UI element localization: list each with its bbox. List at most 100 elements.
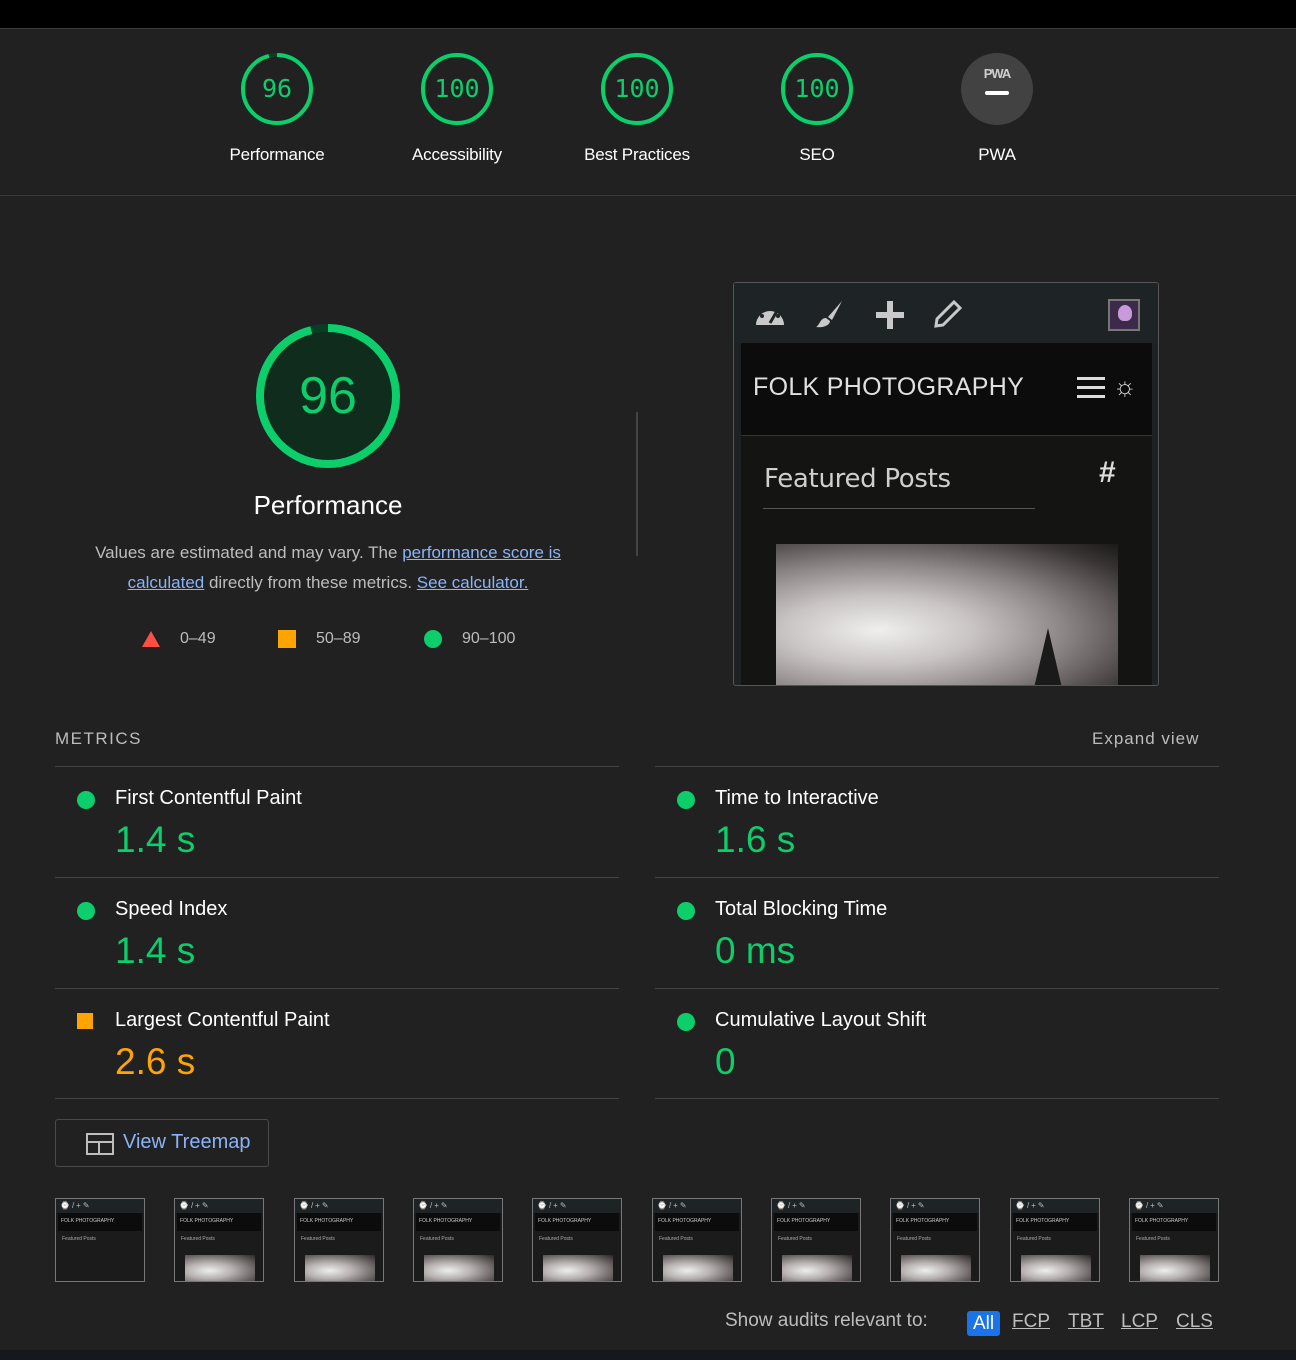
thumb-featured: Featured Posts <box>539 1236 573 1242</box>
final-screenshot[interactable]: FOLK PHOTOGRAPHY ☼ Featured Posts # <box>733 282 1159 686</box>
score-ring: 96 <box>239 51 315 127</box>
thumb-site-title: FOLK PHOTOGRAPHY <box>61 1218 115 1224</box>
gauge-best-practices[interactable]: 100 Best Practices <box>547 51 727 165</box>
metric-first-contentful-paint: First Contentful Paint 1.4 s <box>55 767 619 877</box>
thumb-toolbar: ⌚/+✎ <box>533 1199 621 1213</box>
thumb-header: FOLK PHOTOGRAPHY <box>58 1213 142 1231</box>
sun-icon: ☼ <box>1113 371 1137 401</box>
thumb-featured: Featured Posts <box>778 1236 812 1242</box>
brush-icon <box>816 301 842 328</box>
site-header: FOLK PHOTOGRAPHY ☼ <box>741 343 1152 435</box>
featured-photo <box>776 544 1118 685</box>
vertical-divider <box>636 412 638 556</box>
expand-view-toggle[interactable]: Expand view <box>1092 729 1199 749</box>
thumb-featured: Featured Posts <box>62 1236 96 1242</box>
plus-icon <box>876 301 904 329</box>
metric-name: Total Blocking Time <box>715 898 888 920</box>
thumb-featured: Featured Posts <box>301 1236 335 1242</box>
filter-fcp-link[interactable]: FCP <box>1012 1311 1050 1333</box>
thumb-toolbar: ⌚/+✎ <box>414 1199 502 1213</box>
thumb-photo <box>1140 1255 1210 1281</box>
pass-circle-icon <box>424 630 442 648</box>
pass-circle-icon <box>77 791 95 809</box>
view-treemap-label: View Treemap <box>123 1131 251 1153</box>
thumb-site-title: FOLK PHOTOGRAPHY <box>1135 1218 1189 1224</box>
gauge-pwa[interactable]: PWA PWA <box>907 51 1087 165</box>
thumb-site-title: FOLK PHOTOGRAPHY <box>538 1218 592 1224</box>
category-gauges: 96 Performance 100 Accessibility 100 Bes… <box>0 29 1296 195</box>
thumb-photo <box>543 1255 613 1281</box>
gauge-accessibility[interactable]: 100 Accessibility <box>367 51 547 165</box>
user-avatar <box>1108 299 1140 331</box>
filter-all-button[interactable]: All <box>967 1311 1000 1336</box>
thumb-site-title: FOLK PHOTOGRAPHY <box>180 1218 234 1224</box>
site-title: FOLK PHOTOGRAPHY <box>753 373 1025 401</box>
filmstrip-thumbnail: ⌚/+✎ FOLK PHOTOGRAPHY Featured Posts <box>413 1198 503 1282</box>
gauge-label: PWA <box>978 145 1016 164</box>
thumb-photo <box>185 1255 255 1281</box>
metric-speed-index: Speed Index 1.4 s <box>55 878 619 988</box>
thumb-header: FOLK PHOTOGRAPHY <box>655 1213 739 1231</box>
thumb-toolbar: ⌚/+✎ <box>891 1199 979 1213</box>
thumb-header: FOLK PHOTOGRAPHY <box>893 1213 977 1231</box>
score-ring: 100 <box>599 51 675 127</box>
average-square-icon <box>278 630 296 648</box>
filter-tbt-link[interactable]: TBT <box>1068 1311 1104 1333</box>
thumb-toolbar: ⌚/+✎ <box>772 1199 860 1213</box>
gauge-seo[interactable]: 100 SEO <box>727 51 907 165</box>
thumb-header: FOLK PHOTOGRAPHY <box>177 1213 261 1231</box>
tree-silhouette <box>1034 628 1062 685</box>
performance-title: Performance <box>253 490 403 520</box>
avatar-face <box>1118 305 1132 321</box>
thumb-header: FOLK PHOTOGRAPHY <box>416 1213 500 1231</box>
metric-value: 1.4 s <box>115 819 196 860</box>
thumb-header: FOLK PHOTOGRAPHY <box>535 1213 619 1231</box>
divider <box>0 195 1296 196</box>
see-calculator-link[interactable]: See calculator. <box>417 573 529 592</box>
pwa-badge-text: PWA <box>983 66 1012 81</box>
desc-text: Values are estimated and may vary. The <box>95 543 403 562</box>
metric-value: 1.4 s <box>115 930 196 971</box>
score-value: 100 <box>794 74 840 103</box>
filmstrip-thumbnail: ⌚/+✎ FOLK PHOTOGRAPHY Featured Posts <box>1010 1198 1100 1282</box>
thumb-site-title: FOLK PHOTOGRAPHY <box>1016 1218 1070 1224</box>
thumb-featured: Featured Posts <box>1136 1236 1170 1242</box>
filter-cls-link[interactable]: CLS <box>1176 1311 1213 1333</box>
filmstrip-thumbnail: ⌚/+✎ FOLK PHOTOGRAPHY Featured Posts <box>652 1198 742 1282</box>
filter-lcp-link[interactable]: LCP <box>1121 1311 1158 1333</box>
metrics-heading: METRICS <box>55 729 142 748</box>
gauge-label: Accessibility <box>412 145 502 164</box>
window-top-bar <box>0 0 1296 28</box>
filmstrip-thumbnail: ⌚/+✎ FOLK PHOTOGRAPHY Featured Posts <box>890 1198 980 1282</box>
gauge-label: Best Practices <box>584 145 690 164</box>
average-square-icon <box>77 1013 93 1029</box>
gauge-label: Performance <box>229 145 325 164</box>
legend-pass: 90–100 <box>462 630 516 647</box>
performance-description: Values are estimated and may vary. The p… <box>70 538 586 598</box>
gauge-performance[interactable]: 96 Performance <box>187 51 367 165</box>
thumb-photo <box>424 1255 494 1281</box>
thumb-site-title: FOLK PHOTOGRAPHY <box>658 1218 712 1224</box>
thumb-featured: Featured Posts <box>1017 1236 1051 1242</box>
filmstrip-thumbnail: ⌚/+✎ FOLK PHOTOGRAPHY Featured Posts <box>294 1198 384 1282</box>
filmstrip-thumbnail: ⌚/+✎ FOLK PHOTOGRAPHY Featured Posts <box>532 1198 622 1282</box>
metric-time-to-interactive: Time to Interactive 1.6 s <box>655 767 1219 877</box>
wp-toolbar <box>734 283 1158 343</box>
metric-name: Largest Contentful Paint <box>115 1009 330 1031</box>
thumb-toolbar: ⌚/+✎ <box>1011 1199 1099 1213</box>
thumb-toolbar: ⌚/+✎ <box>56 1199 144 1213</box>
site-content: Featured Posts # <box>741 435 1152 685</box>
pass-circle-icon <box>77 902 95 920</box>
metric-value: 0 <box>715 1041 736 1082</box>
metric-value: 2.6 s <box>115 1041 196 1082</box>
hamburger-menu-icon <box>1077 377 1107 399</box>
score-ring: 100 <box>779 51 855 127</box>
view-treemap-button[interactable]: View Treemap <box>55 1119 269 1167</box>
divider <box>655 1098 1219 1099</box>
filmstrip-thumbnail: ⌚/+✎ FOLK PHOTOGRAPHY Featured Posts <box>174 1198 264 1282</box>
thumb-featured: Featured Posts <box>659 1236 693 1242</box>
thumb-photo <box>782 1255 852 1281</box>
metric-name: Cumulative Layout Shift <box>715 1009 927 1031</box>
metric-cumulative-layout-shift: Cumulative Layout Shift 0 <box>655 989 1219 1099</box>
performance-score: 96 <box>299 367 357 425</box>
